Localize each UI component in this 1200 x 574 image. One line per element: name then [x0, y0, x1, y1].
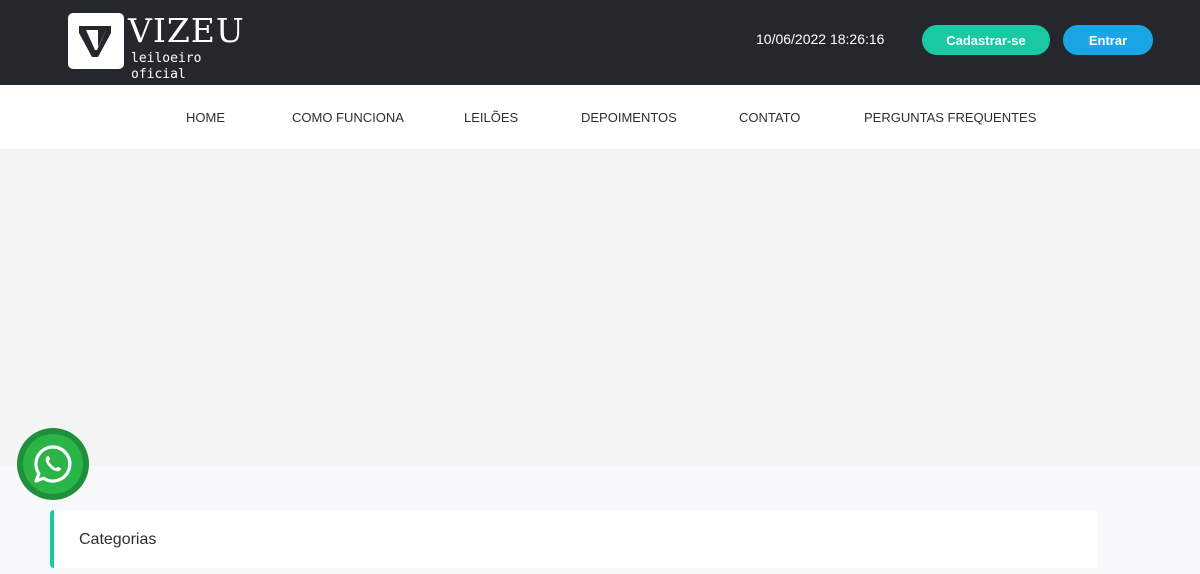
nav-item-como-funciona[interactable]: COMO FUNCIONA [292, 110, 404, 126]
logo-subtitle: leiloeiro oficial [131, 51, 202, 82]
signup-button[interactable]: Cadastrar-se [922, 25, 1050, 55]
logo-name: VIZEU [128, 11, 245, 50]
nav-item-depoimentos[interactable]: DEPOIMENTOS [581, 110, 677, 126]
whatsapp-badge [23, 434, 83, 494]
logo-mark [68, 13, 124, 69]
categories-panel[interactable]: Categorias [50, 510, 1098, 568]
main-nav: HOME COMO FUNCIONA LEILÕES DEPOIMENTOS C… [0, 85, 1200, 149]
logo-v-icon [79, 26, 111, 57]
current-datetime: 10/06/2022 18:26:16 [756, 31, 885, 47]
nav-item-leiloes[interactable]: LEILÕES [464, 110, 518, 126]
top-header: VIZEU leiloeiro oficial 10/06/2022 18:26… [0, 0, 1200, 85]
site-logo[interactable]: VIZEU leiloeiro oficial [68, 11, 248, 82]
hero-banner [0, 149, 1200, 465]
nav-item-home[interactable]: HOME [186, 110, 225, 126]
categories-title: Categorias [79, 531, 157, 548]
nav-item-contato[interactable]: CONTATO [739, 110, 800, 126]
whatsapp-icon [34, 445, 72, 483]
nav-item-perguntas-frequentes[interactable]: PERGUNTAS FREQUENTES [864, 110, 1036, 126]
whatsapp-button[interactable] [17, 428, 89, 500]
login-button[interactable]: Entrar [1063, 25, 1153, 55]
